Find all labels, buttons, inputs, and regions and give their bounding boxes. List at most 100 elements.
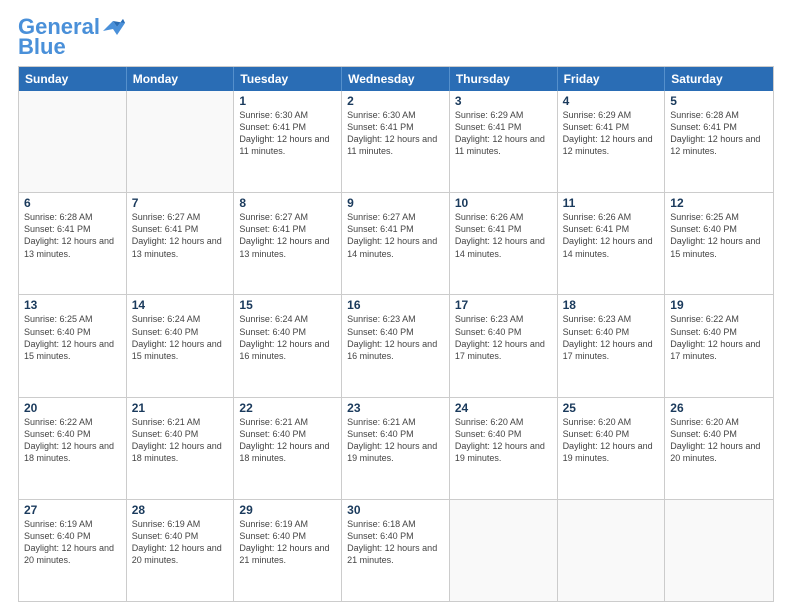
calendar-day-cell: 19Sunrise: 6:22 AM Sunset: 6:40 PM Dayli… <box>665 295 773 396</box>
day-number: 27 <box>24 503 121 517</box>
day-number: 26 <box>670 401 768 415</box>
calendar-day-cell: 12Sunrise: 6:25 AM Sunset: 6:40 PM Dayli… <box>665 193 773 294</box>
day-info: Sunrise: 6:20 AM Sunset: 6:40 PM Dayligh… <box>455 416 552 465</box>
calendar-day-cell: 22Sunrise: 6:21 AM Sunset: 6:40 PM Dayli… <box>234 398 342 499</box>
day-info: Sunrise: 6:26 AM Sunset: 6:41 PM Dayligh… <box>455 211 552 260</box>
calendar-week-row: 6Sunrise: 6:28 AM Sunset: 6:41 PM Daylig… <box>19 192 773 294</box>
day-info: Sunrise: 6:25 AM Sunset: 6:40 PM Dayligh… <box>24 313 121 362</box>
day-number: 4 <box>563 94 660 108</box>
calendar-day-cell: 1Sunrise: 6:30 AM Sunset: 6:41 PM Daylig… <box>234 91 342 192</box>
day-number: 2 <box>347 94 444 108</box>
day-info: Sunrise: 6:23 AM Sunset: 6:40 PM Dayligh… <box>455 313 552 362</box>
day-number: 30 <box>347 503 444 517</box>
calendar-header-cell: Tuesday <box>234 67 342 91</box>
calendar-header-cell: Friday <box>558 67 666 91</box>
calendar-header-cell: Sunday <box>19 67 127 91</box>
day-info: Sunrise: 6:30 AM Sunset: 6:41 PM Dayligh… <box>239 109 336 158</box>
day-number: 19 <box>670 298 768 312</box>
day-info: Sunrise: 6:24 AM Sunset: 6:40 PM Dayligh… <box>239 313 336 362</box>
day-info: Sunrise: 6:29 AM Sunset: 6:41 PM Dayligh… <box>455 109 552 158</box>
day-number: 11 <box>563 196 660 210</box>
calendar-body: 1Sunrise: 6:30 AM Sunset: 6:41 PM Daylig… <box>19 91 773 601</box>
day-info: Sunrise: 6:23 AM Sunset: 6:40 PM Dayligh… <box>347 313 444 362</box>
calendar-day-cell: 11Sunrise: 6:26 AM Sunset: 6:41 PM Dayli… <box>558 193 666 294</box>
calendar-day-cell: 3Sunrise: 6:29 AM Sunset: 6:41 PM Daylig… <box>450 91 558 192</box>
day-info: Sunrise: 6:30 AM Sunset: 6:41 PM Dayligh… <box>347 109 444 158</box>
calendar-day-cell: 5Sunrise: 6:28 AM Sunset: 6:41 PM Daylig… <box>665 91 773 192</box>
day-number: 23 <box>347 401 444 415</box>
day-number: 29 <box>239 503 336 517</box>
day-info: Sunrise: 6:23 AM Sunset: 6:40 PM Dayligh… <box>563 313 660 362</box>
calendar-header-cell: Monday <box>127 67 235 91</box>
calendar-day-cell: 4Sunrise: 6:29 AM Sunset: 6:41 PM Daylig… <box>558 91 666 192</box>
day-info: Sunrise: 6:19 AM Sunset: 6:40 PM Dayligh… <box>132 518 229 567</box>
day-number: 3 <box>455 94 552 108</box>
day-number: 22 <box>239 401 336 415</box>
day-info: Sunrise: 6:20 AM Sunset: 6:40 PM Dayligh… <box>670 416 768 465</box>
logo-bird-icon <box>103 17 125 35</box>
calendar-day-cell: 18Sunrise: 6:23 AM Sunset: 6:40 PM Dayli… <box>558 295 666 396</box>
day-number: 10 <box>455 196 552 210</box>
calendar-day-cell: 25Sunrise: 6:20 AM Sunset: 6:40 PM Dayli… <box>558 398 666 499</box>
calendar-day-cell: 6Sunrise: 6:28 AM Sunset: 6:41 PM Daylig… <box>19 193 127 294</box>
calendar-day-cell: 15Sunrise: 6:24 AM Sunset: 6:40 PM Dayli… <box>234 295 342 396</box>
day-number: 7 <box>132 196 229 210</box>
calendar-day-cell: 2Sunrise: 6:30 AM Sunset: 6:41 PM Daylig… <box>342 91 450 192</box>
calendar-week-row: 13Sunrise: 6:25 AM Sunset: 6:40 PM Dayli… <box>19 294 773 396</box>
calendar-day-cell: 23Sunrise: 6:21 AM Sunset: 6:40 PM Dayli… <box>342 398 450 499</box>
day-number: 13 <box>24 298 121 312</box>
day-info: Sunrise: 6:22 AM Sunset: 6:40 PM Dayligh… <box>24 416 121 465</box>
day-info: Sunrise: 6:27 AM Sunset: 6:41 PM Dayligh… <box>239 211 336 260</box>
day-info: Sunrise: 6:22 AM Sunset: 6:40 PM Dayligh… <box>670 313 768 362</box>
calendar-day-cell: 21Sunrise: 6:21 AM Sunset: 6:40 PM Dayli… <box>127 398 235 499</box>
day-info: Sunrise: 6:21 AM Sunset: 6:40 PM Dayligh… <box>347 416 444 465</box>
calendar-day-cell: 9Sunrise: 6:27 AM Sunset: 6:41 PM Daylig… <box>342 193 450 294</box>
day-number: 12 <box>670 196 768 210</box>
day-number: 21 <box>132 401 229 415</box>
day-number: 28 <box>132 503 229 517</box>
calendar-day-cell: 17Sunrise: 6:23 AM Sunset: 6:40 PM Dayli… <box>450 295 558 396</box>
calendar-day-cell: 27Sunrise: 6:19 AM Sunset: 6:40 PM Dayli… <box>19 500 127 601</box>
day-info: Sunrise: 6:19 AM Sunset: 6:40 PM Dayligh… <box>239 518 336 567</box>
day-number: 6 <box>24 196 121 210</box>
calendar: SundayMondayTuesdayWednesdayThursdayFrid… <box>18 66 774 602</box>
day-number: 1 <box>239 94 336 108</box>
day-info: Sunrise: 6:19 AM Sunset: 6:40 PM Dayligh… <box>24 518 121 567</box>
day-number: 25 <box>563 401 660 415</box>
calendar-day-cell: 10Sunrise: 6:26 AM Sunset: 6:41 PM Dayli… <box>450 193 558 294</box>
day-info: Sunrise: 6:18 AM Sunset: 6:40 PM Dayligh… <box>347 518 444 567</box>
calendar-day-cell <box>19 91 127 192</box>
calendar-day-cell: 24Sunrise: 6:20 AM Sunset: 6:40 PM Dayli… <box>450 398 558 499</box>
calendar-week-row: 27Sunrise: 6:19 AM Sunset: 6:40 PM Dayli… <box>19 499 773 601</box>
calendar-day-cell: 30Sunrise: 6:18 AM Sunset: 6:40 PM Dayli… <box>342 500 450 601</box>
calendar-day-cell: 29Sunrise: 6:19 AM Sunset: 6:40 PM Dayli… <box>234 500 342 601</box>
day-number: 20 <box>24 401 121 415</box>
page-header: General Blue <box>18 16 774 58</box>
calendar-day-cell: 14Sunrise: 6:24 AM Sunset: 6:40 PM Dayli… <box>127 295 235 396</box>
day-number: 15 <box>239 298 336 312</box>
calendar-day-cell: 20Sunrise: 6:22 AM Sunset: 6:40 PM Dayli… <box>19 398 127 499</box>
day-info: Sunrise: 6:27 AM Sunset: 6:41 PM Dayligh… <box>347 211 444 260</box>
day-info: Sunrise: 6:21 AM Sunset: 6:40 PM Dayligh… <box>132 416 229 465</box>
day-info: Sunrise: 6:24 AM Sunset: 6:40 PM Dayligh… <box>132 313 229 362</box>
calendar-day-cell: 26Sunrise: 6:20 AM Sunset: 6:40 PM Dayli… <box>665 398 773 499</box>
logo: General Blue <box>18 16 125 58</box>
calendar-header-cell: Wednesday <box>342 67 450 91</box>
calendar-day-cell: 16Sunrise: 6:23 AM Sunset: 6:40 PM Dayli… <box>342 295 450 396</box>
calendar-header: SundayMondayTuesdayWednesdayThursdayFrid… <box>19 67 773 91</box>
calendar-day-cell <box>450 500 558 601</box>
day-info: Sunrise: 6:28 AM Sunset: 6:41 PM Dayligh… <box>670 109 768 158</box>
logo-blue-text: Blue <box>18 36 66 58</box>
calendar-day-cell <box>665 500 773 601</box>
day-number: 5 <box>670 94 768 108</box>
day-number: 17 <box>455 298 552 312</box>
day-info: Sunrise: 6:26 AM Sunset: 6:41 PM Dayligh… <box>563 211 660 260</box>
calendar-week-row: 20Sunrise: 6:22 AM Sunset: 6:40 PM Dayli… <box>19 397 773 499</box>
day-number: 18 <box>563 298 660 312</box>
day-number: 8 <box>239 196 336 210</box>
day-number: 24 <box>455 401 552 415</box>
calendar-day-cell <box>558 500 666 601</box>
day-number: 9 <box>347 196 444 210</box>
calendar-day-cell: 7Sunrise: 6:27 AM Sunset: 6:41 PM Daylig… <box>127 193 235 294</box>
calendar-header-cell: Thursday <box>450 67 558 91</box>
